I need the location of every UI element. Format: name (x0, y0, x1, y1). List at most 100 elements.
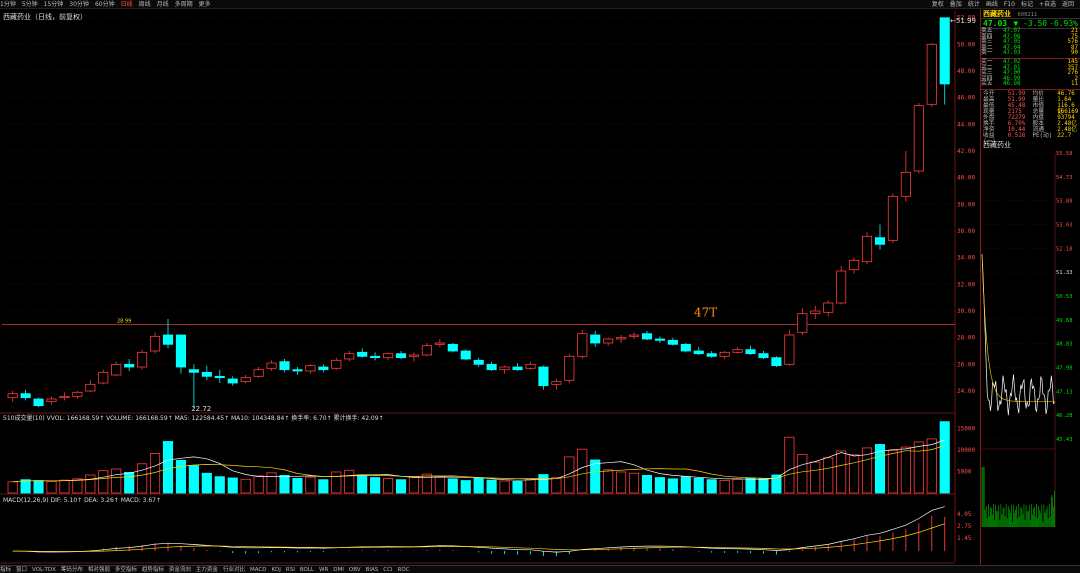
volume-bar[interactable] (7, 481, 18, 494)
indicator-tab[interactable]: CCI (383, 566, 392, 573)
indicator-tab[interactable]: 指标 (0, 566, 11, 573)
candle-body[interactable] (810, 310, 821, 315)
volume-bar[interactable] (344, 469, 355, 494)
volume-bar[interactable] (111, 468, 122, 494)
tool-button[interactable]: 统计 (968, 0, 980, 8)
candle-body[interactable] (525, 363, 536, 369)
volume-bar[interactable] (266, 472, 277, 494)
candle-body[interactable] (758, 353, 769, 359)
indicator-tab[interactable]: ROC (398, 566, 410, 573)
candle-body[interactable] (460, 350, 471, 360)
candle-body[interactable] (797, 313, 808, 333)
indicator-tab[interactable]: 趋势指标 (142, 566, 164, 573)
period-tab[interactable]: 日线 (121, 0, 133, 8)
candle-body[interactable] (693, 350, 704, 355)
candle-body[interactable] (383, 353, 394, 359)
volume-bar[interactable] (654, 477, 665, 494)
volume-bar[interactable] (512, 481, 523, 494)
volume-bar[interactable] (85, 474, 96, 494)
candle-body[interactable] (590, 334, 601, 344)
indicator-tab[interactable]: 窗口 (16, 566, 27, 573)
volume-bar[interactable] (745, 477, 756, 494)
tool-button[interactable]: 返回 (1062, 0, 1074, 8)
candle-body[interactable] (318, 366, 329, 371)
volume-bar[interactable] (603, 469, 614, 494)
indicator-tab[interactable]: 行业对比 (223, 566, 245, 573)
volume-bar[interactable] (33, 480, 44, 494)
period-tab[interactable]: 60分钟 (95, 0, 115, 8)
volume-bar[interactable] (797, 453, 808, 494)
indicator-tab[interactable]: BIAS (366, 566, 379, 573)
candle-body[interactable] (551, 381, 562, 385)
volume-bar[interactable] (434, 475, 445, 494)
volume-bar[interactable] (628, 472, 640, 494)
candle-body[interactable] (408, 354, 420, 357)
indicator-tab[interactable]: DMI (333, 566, 344, 573)
volume-bar[interactable] (641, 474, 653, 494)
volume-bar[interactable] (20, 479, 31, 494)
candle-body[interactable] (46, 398, 57, 403)
candle-body[interactable] (628, 334, 640, 337)
candle-body[interactable] (641, 333, 653, 340)
candle-body[interactable] (616, 337, 627, 340)
candle-body[interactable] (214, 375, 225, 379)
candle-body[interactable] (111, 363, 122, 376)
candle-body[interactable] (59, 395, 70, 399)
volume-bar[interactable] (201, 472, 212, 494)
candle-body[interactable] (227, 378, 238, 384)
candle-body[interactable] (823, 302, 834, 313)
candle-body[interactable] (771, 357, 782, 367)
volume-bar[interactable] (370, 477, 381, 494)
candle-body[interactable] (292, 369, 303, 372)
intraday-chart[interactable]: 西藏药业 55.58 54.73 53.88 53.03 52.18 51.33 50.53 4… (981, 139, 1080, 529)
period-tab[interactable]: 30分钟 (69, 0, 89, 8)
candle-body[interactable] (137, 351, 148, 368)
volume-bar[interactable] (318, 479, 329, 494)
volume-bar[interactable] (823, 457, 834, 494)
tool-button[interactable]: 标记 (1021, 0, 1033, 8)
indicator-tab[interactable]: VOL-TDX (32, 566, 56, 573)
candle-body[interactable] (162, 334, 174, 345)
volume-bar[interactable] (240, 478, 251, 494)
candle-body[interactable] (149, 335, 161, 352)
candle-body[interactable] (72, 391, 83, 397)
candle-body[interactable] (85, 383, 96, 392)
volume-bar[interactable] (98, 470, 109, 494)
volume-bar[interactable] (719, 480, 730, 494)
indicator-tab[interactable]: RSI (286, 566, 295, 573)
tool-button[interactable]: 画线 (986, 0, 998, 8)
volume-bar[interactable] (771, 474, 782, 494)
candle-body[interactable] (7, 393, 18, 399)
volume-bar[interactable] (188, 465, 199, 494)
candle-body[interactable] (305, 365, 316, 372)
indicator-tab[interactable]: BOLL (300, 566, 314, 573)
indicator-tab[interactable]: 多空指标 (115, 566, 137, 573)
candle-body[interactable] (370, 355, 381, 359)
indicator-tab[interactable]: OBV (349, 566, 361, 573)
candle-body[interactable] (939, 17, 950, 85)
candle-body[interactable] (499, 366, 510, 371)
volume-bar[interactable] (305, 476, 316, 494)
period-tab[interactable]: 1分钟 (0, 0, 16, 8)
candle-body[interactable] (577, 333, 588, 357)
volume-bar[interactable] (577, 448, 588, 494)
volume-bar[interactable] (900, 446, 911, 494)
candle-body[interactable] (719, 351, 730, 357)
volume-bar[interactable] (357, 474, 368, 494)
volume-bar[interactable] (383, 477, 394, 494)
tool-button[interactable]: F10 (1004, 0, 1015, 8)
volume-bar[interactable] (706, 479, 717, 494)
volume-bar[interactable] (551, 477, 562, 494)
indicator-tab[interactable]: 相对强弱 (88, 566, 110, 573)
candle-body[interactable] (900, 171, 911, 197)
volume-bar[interactable] (667, 478, 678, 494)
indicator-tab[interactable]: WR (319, 566, 328, 573)
candle-body[interactable] (887, 195, 898, 241)
candle-body[interactable] (447, 343, 458, 352)
candle-body[interactable] (395, 353, 407, 359)
volume-bar[interactable] (693, 477, 704, 494)
volume-bar[interactable] (395, 479, 407, 494)
volume-bar[interactable] (46, 481, 57, 494)
candle-body[interactable] (706, 353, 717, 357)
candle-body[interactable] (926, 43, 937, 105)
